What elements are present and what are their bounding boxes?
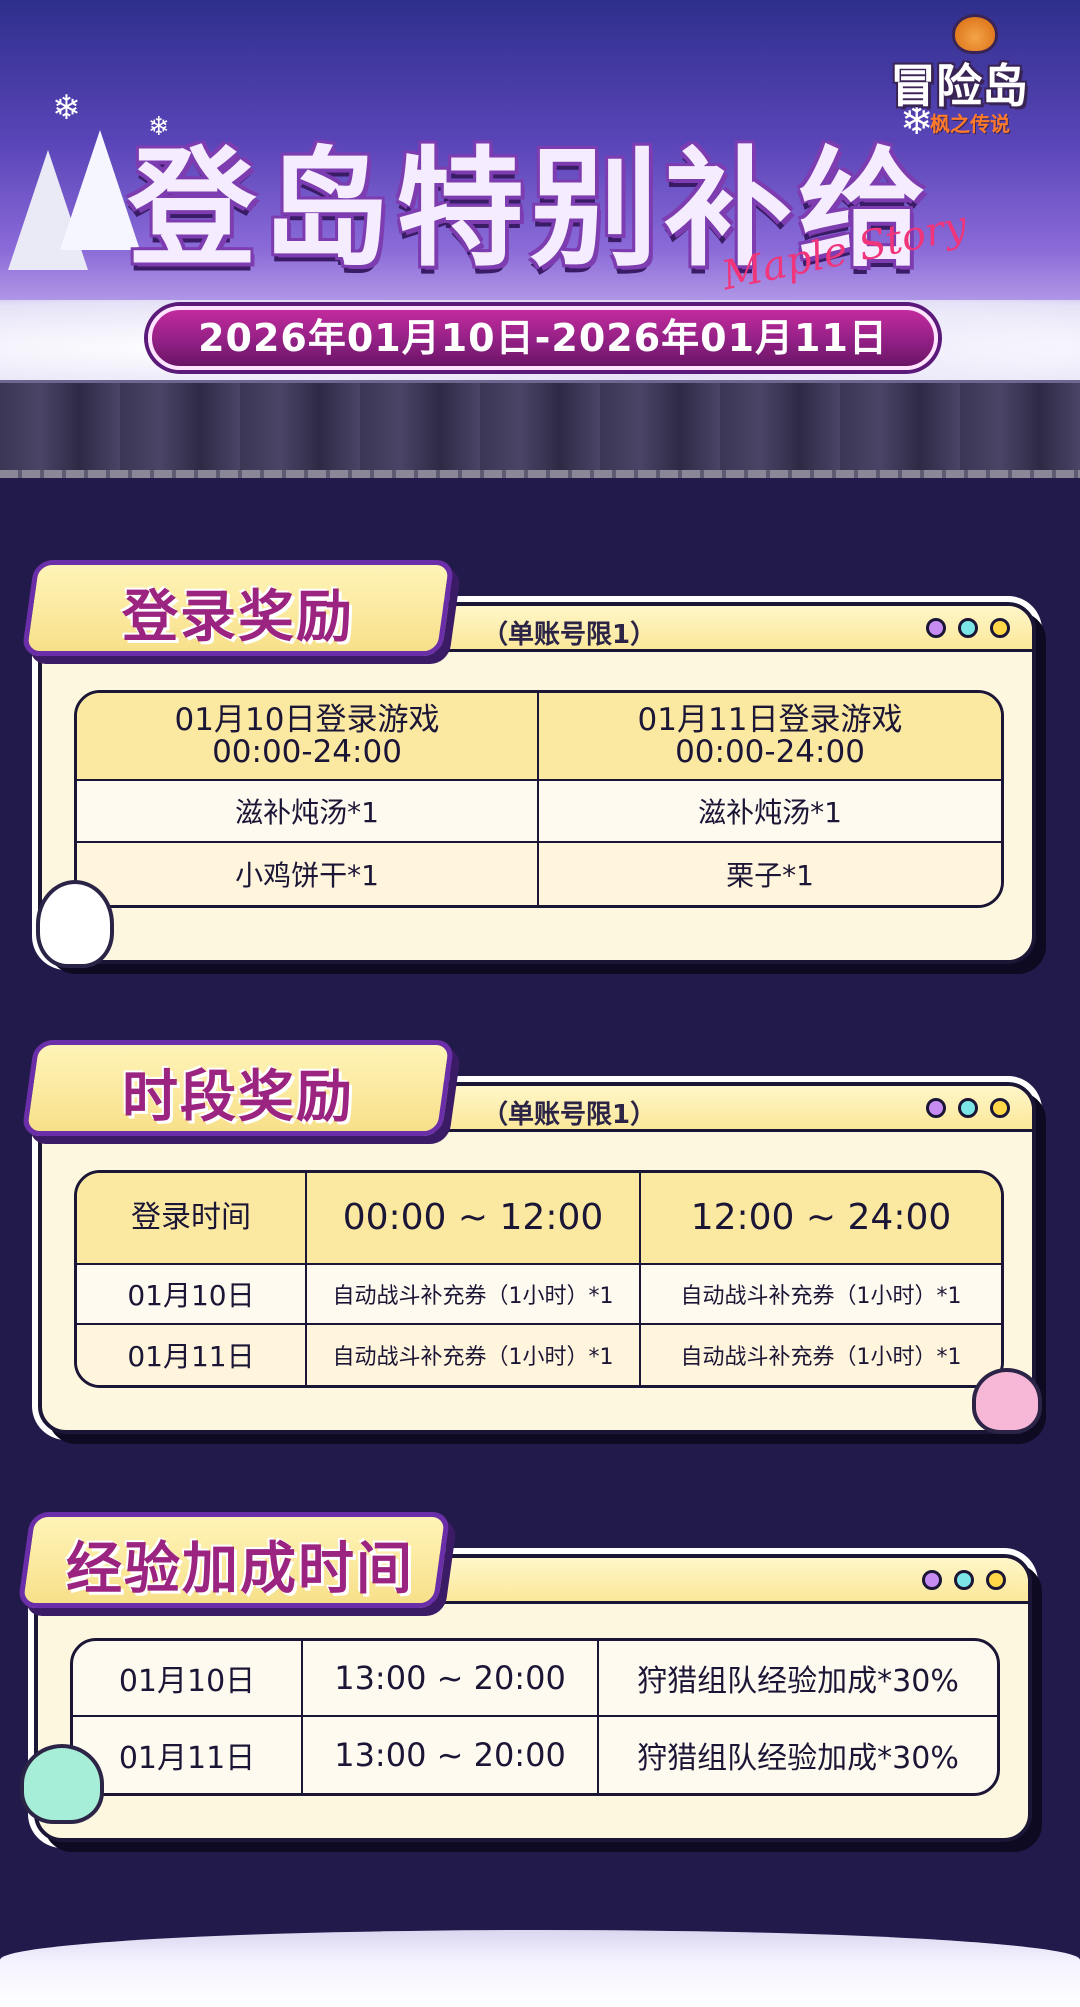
- period-reward-section: （单账号限1） 登录时间 00:00 ~ 12:00 12:00 ~ 24:00…: [0, 1040, 1080, 1460]
- login-reward-header: 01月11日登录游戏 00:00-24:00: [539, 693, 1001, 781]
- reward-item: 自动战斗补充券（1小时）*1: [307, 1325, 641, 1385]
- section-title: 经验加成时间: [66, 1537, 414, 1602]
- reward-item: 自动战斗补充券（1小时）*1: [307, 1265, 641, 1325]
- purple-dot-icon: [922, 1570, 942, 1590]
- login-reward-header: 01月10日登录游戏 00:00-24:00: [77, 693, 539, 781]
- row-date: 01月11日: [73, 1717, 303, 1793]
- bonus-detail: 狩猎组队经验加成*30%: [637, 1741, 959, 1776]
- stone-rail: [0, 470, 1080, 478]
- reward-item: 滋补炖汤*1: [539, 781, 1001, 843]
- window-dots: [926, 618, 1010, 638]
- row-date: 01月10日: [73, 1641, 303, 1717]
- reward-item: 自动战斗补充券（1小时）*1: [641, 1265, 1001, 1325]
- header-date: 01月10日登录游戏: [174, 702, 440, 738]
- logo-sub-text: 枫之传说: [930, 112, 1010, 136]
- yellow-dot-icon: [990, 618, 1010, 638]
- section-title: 时段奖励: [122, 1065, 354, 1130]
- login-reward-panel: （单账号限1） 01月10日登录游戏 00:00-24:00 01月11日登录游…: [38, 602, 1036, 964]
- teal-dot-icon: [954, 1570, 974, 1590]
- reward-item: 栗子*1: [539, 843, 1001, 905]
- window-dots: [926, 1098, 1010, 1118]
- limit-note: （单账号限1）: [482, 620, 657, 650]
- reward-item: 自动战斗补充券（1小时）*1: [641, 1325, 1001, 1385]
- reward-item: 滋补炖汤*1: [77, 781, 539, 843]
- header-date: 01月11日登录游戏: [637, 702, 903, 738]
- limit-note: （单账号限1）: [482, 1100, 657, 1130]
- purple-dot-icon: [926, 618, 946, 638]
- game-logo: 冒险岛 枫之传说: [890, 14, 1065, 136]
- snowflake-icon: ❄: [52, 88, 81, 128]
- purple-dot-icon: [926, 1098, 946, 1118]
- header-time: 00:00-24:00: [675, 734, 865, 770]
- rock-ledge: [0, 380, 1080, 470]
- bonus-detail: 狩猎组队经验加成*30%: [599, 1641, 997, 1717]
- row-date: 01月10日: [77, 1265, 307, 1325]
- pink-cat-mascot-icon: [972, 1368, 1042, 1434]
- mushroom-mascot-icon: [952, 14, 998, 54]
- teal-dot-icon: [958, 1098, 978, 1118]
- column-header: 12:00 ~ 24:00: [641, 1173, 1001, 1265]
- yellow-dot-icon: [990, 1098, 1010, 1118]
- logo-main-text: 冒险岛: [890, 59, 1028, 113]
- ghost-mascot-icon: [36, 880, 114, 968]
- column-header: 登录时间: [77, 1173, 307, 1265]
- reward-item: 小鸡饼干*1: [77, 843, 539, 905]
- column-header: 00:00 ~ 12:00: [307, 1173, 641, 1265]
- bottom-snow: [0, 1930, 1080, 2007]
- bonus-time: 13:00 ~ 20:00: [303, 1641, 599, 1717]
- bonus-time: 13:00 ~ 20:00: [303, 1717, 599, 1793]
- section-title: 登录奖励: [122, 585, 354, 650]
- window-dots: [922, 1570, 1006, 1590]
- exp-bonus-table: 01月10日 13:00 ~ 20:00 狩猎组队经验加成*30% 01月11日…: [70, 1638, 1000, 1796]
- green-slime-mascot-icon: [20, 1744, 104, 1824]
- row-date: 01月11日: [77, 1325, 307, 1385]
- period-reward-table: 登录时间 00:00 ~ 12:00 12:00 ~ 24:00 01月10日 …: [74, 1170, 1004, 1388]
- hero-banner: ❄ ❄ ❄ 登岛特别补给 Maple Story 2026年01月10日-202…: [0, 0, 1080, 478]
- event-date-range: 2026年01月10日-2026年01月11日: [148, 306, 938, 370]
- login-reward-table: 01月10日登录游戏 00:00-24:00 01月11日登录游戏 00:00-…: [74, 690, 1004, 908]
- login-reward-section: （单账号限1） 01月10日登录游戏 00:00-24:00 01月11日登录游…: [0, 560, 1080, 980]
- yellow-dot-icon: [986, 1570, 1006, 1590]
- teal-dot-icon: [958, 618, 978, 638]
- header-time: 00:00-24:00: [212, 734, 402, 770]
- exp-bonus-section: 01月10日 13:00 ~ 20:00 狩猎组队经验加成*30% 01月11日…: [0, 1512, 1080, 1892]
